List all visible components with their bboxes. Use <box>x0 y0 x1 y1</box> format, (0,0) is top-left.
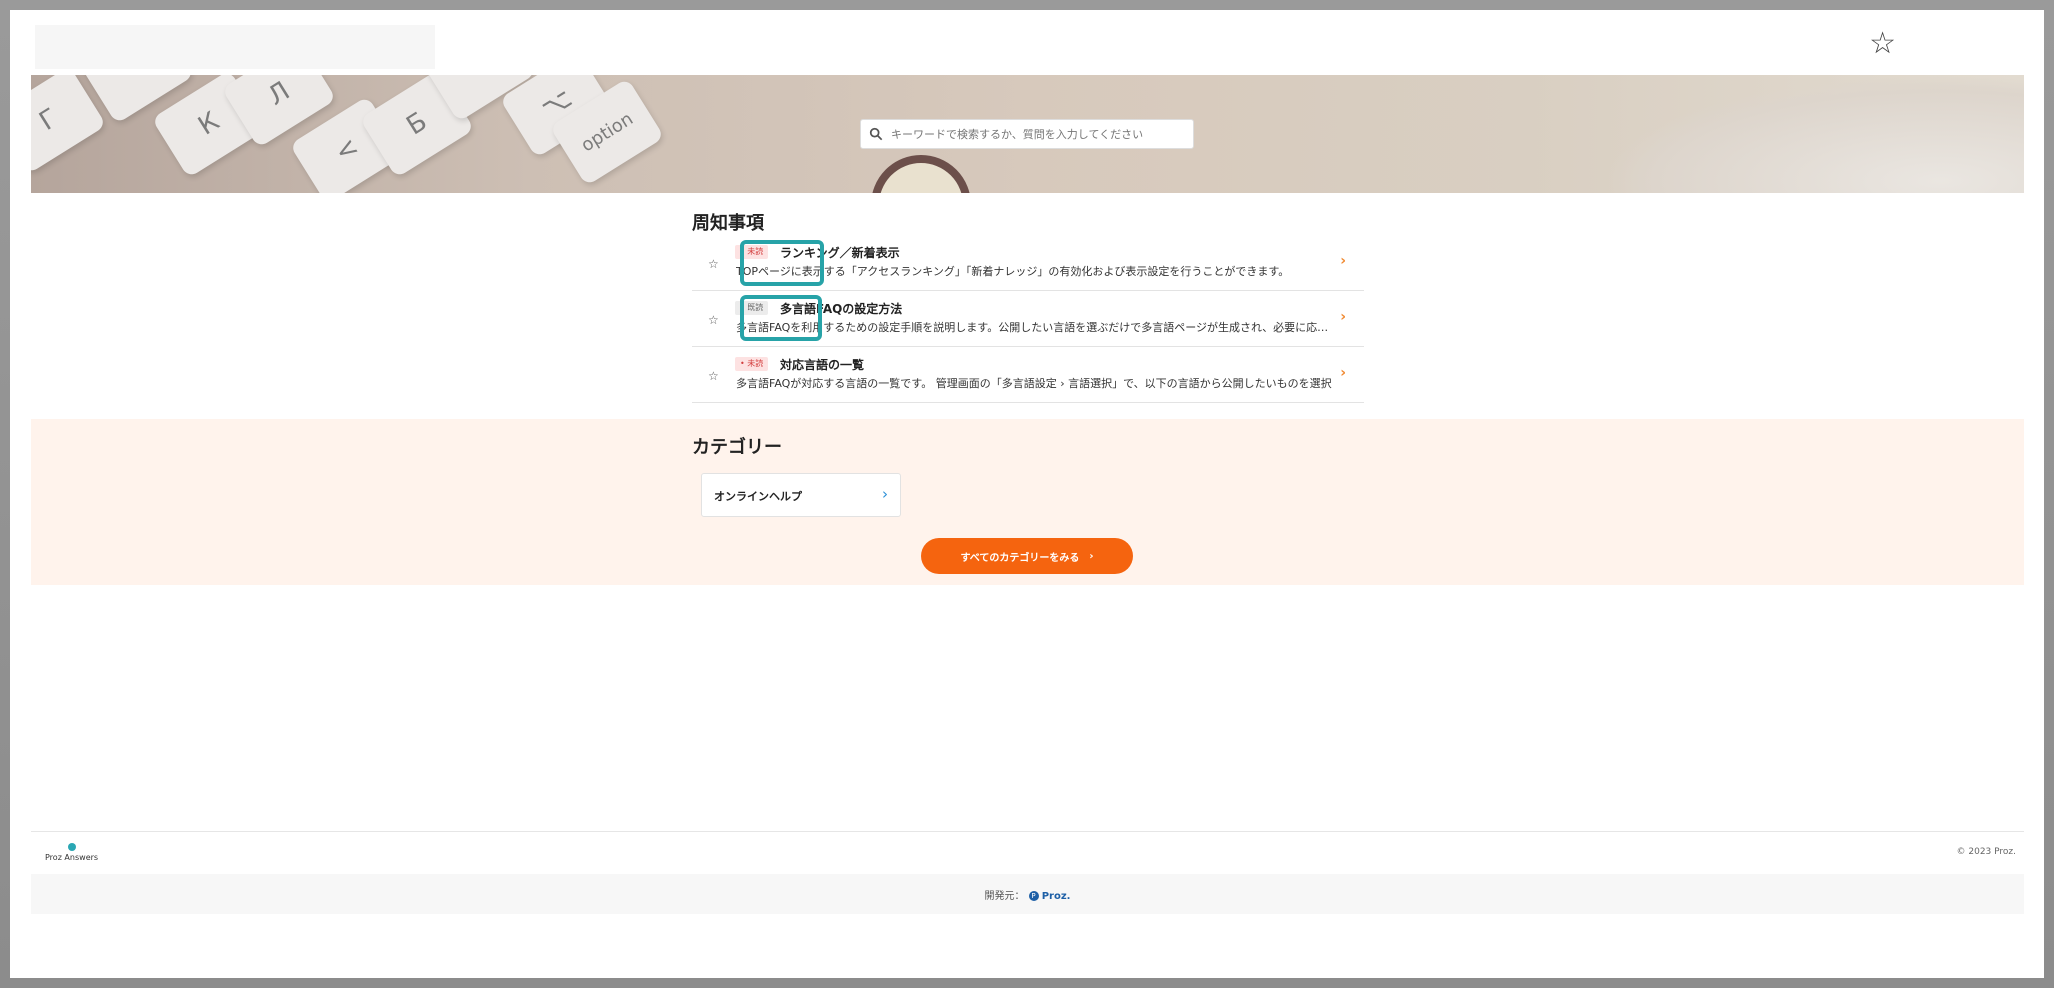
footer-brand: Proz Answers <box>45 853 99 862</box>
page-viewport: ☆ Г К Л < Б ⌥ option 周知事項 ☆ • 未読 ランキング／新… <box>31 19 2024 968</box>
proz-logo-icon: P <box>1028 891 1039 901</box>
footer-divider <box>31 831 2024 832</box>
notice-list: ☆ • 未読 ランキング／新着表示 TOPページに表示する「アクセスランキング」… <box>692 235 1364 403</box>
copyright: © 2023 Proz. <box>1956 847 2017 857</box>
chevron-right-icon: › <box>1340 365 1346 381</box>
developer-label: 開発元： <box>984 891 1025 902</box>
notice-description: TOPページに表示する「アクセスランキング」「新着ナレッジ」の有効化および表示設… <box>736 265 1290 278</box>
favorite-star-icon[interactable]: ☆ <box>708 369 719 383</box>
search-icon <box>869 127 883 141</box>
favorite-star-icon[interactable]: ☆ <box>708 257 719 271</box>
view-all-categories-button[interactable]: すべてのカテゴリーをみる › <box>921 538 1133 574</box>
chevron-right-icon: › <box>1340 309 1346 325</box>
categories-section: カテゴリー オンラインヘルプ › すべてのカテゴリーをみる › <box>31 419 2024 585</box>
favorite-star-icon[interactable]: ☆ <box>708 313 719 327</box>
notice-title[interactable]: 対応言語の一覧 <box>780 356 864 373</box>
unread-badge: • 未読 <box>735 357 769 371</box>
notice-description: 多言語FAQを利用するための設定手順を説明します。公開したい言語を選ぶだけで多言… <box>736 321 1336 334</box>
site-logo[interactable] <box>35 25 435 69</box>
footer-logo[interactable]: Proz Answers <box>45 843 98 862</box>
chevron-right-icon: › <box>1089 550 1094 562</box>
notice-description: 多言語FAQが対応する言語の一覧です。 管理画面の「多言語設定 › 言語選択」で… <box>736 377 1332 390</box>
search-input[interactable] <box>891 127 1181 141</box>
brand-dot-icon <box>67 843 76 851</box>
notice-item[interactable]: ☆ • 未読 対応言語の一覧 多言語FAQが対応する言語の一覧です。 管理画面の… <box>692 347 1364 403</box>
highlight-box <box>740 240 824 286</box>
chevron-right-icon: › <box>882 485 888 503</box>
developer-bar: 開発元： P Proz. <box>31 874 2024 914</box>
hero-mouse-image <box>871 155 971 193</box>
chevron-right-icon: › <box>1340 253 1346 269</box>
search-box[interactable] <box>860 119 1194 149</box>
hero-banner: Г К Л < Б ⌥ option <box>31 75 2024 193</box>
developer-name[interactable]: Proz. <box>1042 891 1071 902</box>
notices-title: 周知事項 <box>692 213 764 234</box>
highlight-box <box>740 295 822 341</box>
category-label: オンラインヘルプ <box>714 490 802 503</box>
view-all-categories-label: すべてのカテゴリーをみる <box>960 552 1080 564</box>
favorites-star-icon[interactable]: ☆ <box>1869 29 1896 59</box>
categories-title: カテゴリー <box>692 437 782 458</box>
category-card[interactable]: オンラインヘルプ › <box>701 473 901 517</box>
developer-credit: 開発元： P Proz. <box>31 887 2024 902</box>
hero-background-shape <box>1604 75 2024 193</box>
site-header: ☆ <box>31 19 2024 75</box>
